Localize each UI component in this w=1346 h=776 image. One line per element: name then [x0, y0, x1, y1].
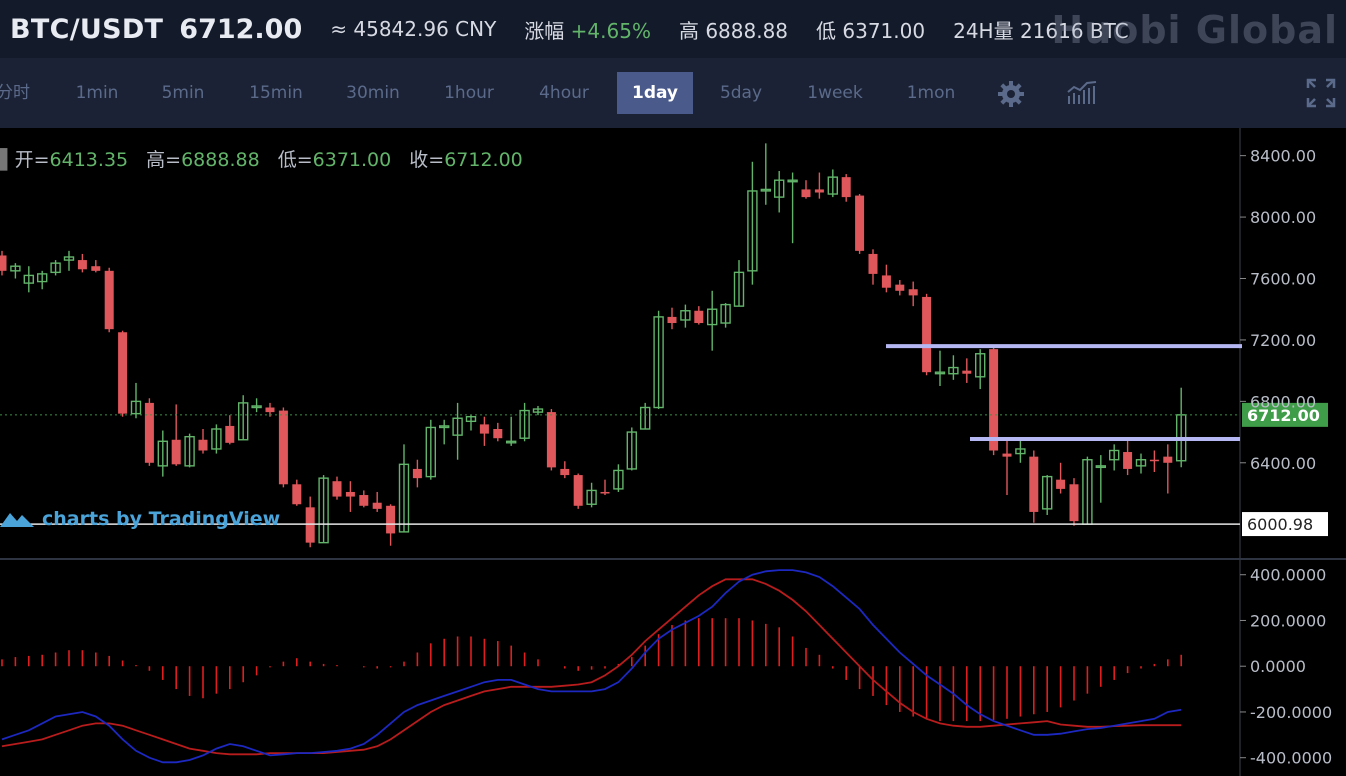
- tab-1week[interactable]: 1week: [798, 72, 872, 114]
- change-value: +4.65%: [570, 18, 651, 43]
- tab-15min[interactable]: 15min: [242, 72, 310, 114]
- candle-body-down: [801, 189, 811, 198]
- tab-30min[interactable]: 30min: [338, 72, 408, 114]
- candle-body-down: [1149, 459, 1159, 462]
- candle-body-down: [171, 439, 181, 465]
- candle-body-down: [922, 296, 932, 373]
- candle-body-down: [493, 429, 503, 439]
- close-value: 6712.00: [444, 149, 523, 171]
- candle-body-down: [600, 491, 610, 494]
- candle-body-down: [868, 253, 878, 274]
- candle-body-down: [225, 425, 235, 443]
- low-value: 6371.00: [312, 149, 392, 171]
- candle-body-down: [962, 370, 972, 374]
- close-label: 收=: [409, 149, 445, 171]
- candle-body-down: [814, 189, 824, 193]
- high-value: 6888.88: [181, 149, 260, 171]
- candle-body-down: [1163, 456, 1173, 463]
- last-price: 6712.00: [179, 13, 303, 45]
- candle-body-down: [278, 410, 288, 485]
- candle-body-down: [573, 475, 583, 506]
- change-label: 涨幅: [524, 18, 565, 43]
- candle-body-down: [0, 255, 7, 271]
- marked-level-badge-text: 6000.98: [1247, 515, 1313, 534]
- macd-tick-label: 400.0000: [1250, 566, 1326, 585]
- candle-body-down: [1056, 479, 1066, 489]
- open-label: 开=: [14, 149, 50, 171]
- high-label: 高=: [146, 149, 182, 171]
- low-stat: 低 6371.00: [816, 18, 926, 43]
- legend-marker-icon: ▌: [0, 149, 15, 171]
- tab-5day[interactable]: 5day: [712, 72, 770, 114]
- candle-body-down: [118, 332, 128, 414]
- candle-body-down: [198, 439, 208, 451]
- ohlc-legend: ▌开=6413.35 高=6888.88 低=6371.00 收=6712.00: [0, 145, 523, 172]
- candle-body-down: [144, 402, 154, 463]
- candle-body-down: [1123, 452, 1133, 469]
- candle-body-down: [104, 270, 114, 330]
- candle-body-down: [479, 424, 489, 434]
- macd-tick-label: -200.0000: [1250, 703, 1332, 722]
- pair-title: BTC/USDT: [10, 13, 164, 45]
- candle-body-down: [855, 195, 865, 251]
- candle-body-down: [292, 484, 302, 505]
- tradingview-watermark[interactable]: charts by TradingView: [0, 508, 280, 530]
- tab-timeline[interactable]: 分时: [0, 72, 38, 114]
- cny-price: ≈ 45842.96 CNY: [330, 17, 497, 41]
- macd-tick-label: 200.0000: [1250, 611, 1326, 630]
- tradingview-logo-icon: [0, 513, 34, 527]
- indicator-icon[interactable]: [1066, 80, 1098, 110]
- high-stat: 高 6888.88: [678, 18, 789, 43]
- candle-body-down: [667, 316, 677, 324]
- fullscreen-icon[interactable]: [1306, 78, 1336, 112]
- candle-body-down: [372, 502, 382, 509]
- candle-body-down: [77, 260, 87, 270]
- candle-body-down: [1029, 456, 1039, 512]
- candle-body-down: [560, 468, 570, 476]
- candle-body-down: [332, 481, 342, 497]
- tab-5min[interactable]: 5min: [152, 72, 214, 114]
- candle-body-down: [265, 407, 275, 413]
- price-tick-label: 7200.00: [1250, 331, 1316, 350]
- open-value: 6413.35: [49, 149, 129, 171]
- volume-stat: 24H量 21616 BTC: [953, 18, 1129, 43]
- tab-4hour[interactable]: 4hour: [530, 72, 598, 114]
- candle-body-down: [989, 349, 999, 451]
- candle-body-down: [1069, 484, 1079, 522]
- candle-body-down: [359, 495, 369, 506]
- candle-body-down: [412, 468, 422, 479]
- tab-1hour[interactable]: 1hour: [436, 72, 502, 114]
- ticker-header: BTC/USDT 6712.00 ≈ 45842.96 CNY 涨幅 +4.65…: [0, 0, 1346, 58]
- price-tick-label: 6800.00: [1250, 392, 1316, 411]
- candle-body-down: [305, 507, 315, 543]
- price-chart[interactable]: 6712.00 6000.98 8400.00 8000.00 7600.00 7200…: [0, 128, 1346, 776]
- low-label: 低=: [277, 149, 313, 171]
- change-stat: 涨幅 +4.65%: [524, 15, 651, 44]
- price-tick-label: 6400.00: [1250, 454, 1316, 473]
- watermark-text: charts by TradingView: [42, 508, 281, 530]
- candle-body-down: [881, 275, 891, 288]
- macd-dif-line: [1, 569, 1182, 764]
- price-tick-label: 8000.00: [1250, 208, 1316, 227]
- candle-body-down: [1002, 453, 1012, 457]
- price-tick-label: 8400.00: [1250, 147, 1316, 166]
- candle-body-down: [694, 310, 704, 324]
- candle-body-down: [546, 412, 556, 468]
- macd-tick-label: -400.0000: [1250, 749, 1332, 768]
- tab-1min[interactable]: 1min: [66, 72, 128, 114]
- candle-body-down: [386, 505, 396, 534]
- timeframe-toolbar: 分时 1min 5min 15min 30min 1hour 4hour 1da…: [0, 58, 1346, 128]
- candle-body-down: [841, 177, 851, 198]
- candle-body-down: [345, 491, 355, 497]
- candle-body-down: [91, 266, 101, 271]
- candle-body-down: [895, 284, 905, 291]
- gear-icon[interactable]: [997, 80, 1025, 112]
- tab-1day[interactable]: 1day: [617, 72, 693, 114]
- candle-body-down: [908, 289, 918, 296]
- price-tick-label: 7600.00: [1250, 270, 1316, 289]
- tab-1mon[interactable]: 1mon: [898, 72, 964, 114]
- macd-tick-label: 0.0000: [1250, 657, 1306, 676]
